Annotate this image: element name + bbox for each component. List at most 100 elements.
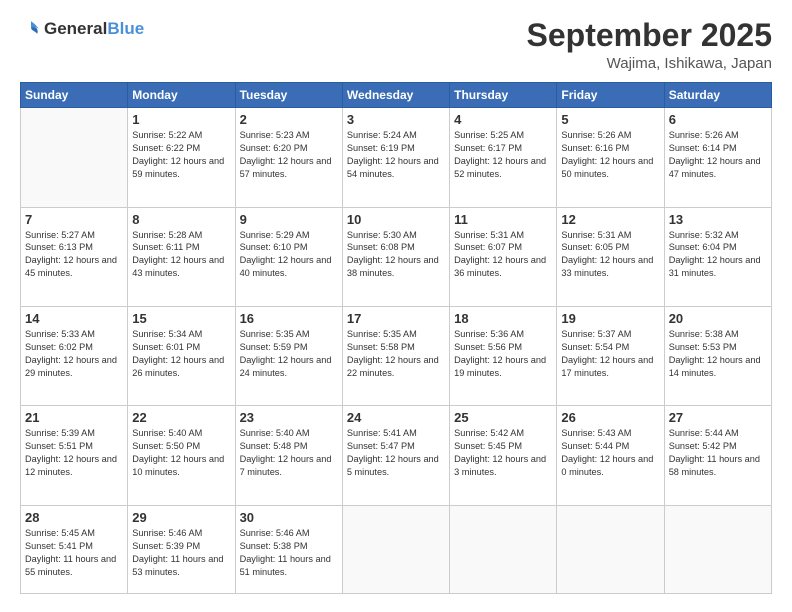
table-row: 5 Sunrise: 5:26 AMSunset: 6:16 PMDaylight… — [557, 108, 664, 207]
table-row: 9Sunrise: 5:29 AMSunset: 6:10 PMDaylight… — [235, 207, 342, 306]
cell-text: Sunrise: 5:25 AMSunset: 6:17 PMDaylight:… — [454, 130, 546, 179]
cell-text: Sunrise: 5:29 AMSunset: 6:10 PMDaylight:… — [240, 230, 332, 279]
cell-text: Sunrise: 5:36 AMSunset: 5:56 PMDaylight:… — [454, 329, 546, 378]
cell-text: Sunrise: 5:32 AMSunset: 6:04 PMDaylight:… — [669, 230, 761, 279]
day-number: 14 — [25, 311, 123, 326]
day-number: 25 — [454, 410, 552, 425]
cell-text: Sunrise: 5:37 AMSunset: 5:54 PMDaylight:… — [561, 329, 653, 378]
day-number: 22 — [132, 410, 230, 425]
cell-text: Sunrise: 5:46 AMSunset: 5:38 PMDaylight:… — [240, 528, 331, 577]
cell-text: Sunrise: 5:30 AMSunset: 6:08 PMDaylight:… — [347, 230, 439, 279]
day-number: 21 — [25, 410, 123, 425]
title-block: September 2025 Wajima, Ishikawa, Japan — [527, 18, 772, 72]
day-number: 12 — [561, 212, 659, 227]
table-row — [450, 505, 557, 593]
table-row: 21Sunrise: 5:39 AMSunset: 5:51 PMDayligh… — [21, 406, 128, 505]
col-wednesday: Wednesday — [342, 83, 449, 108]
table-row — [21, 108, 128, 207]
table-row: 12 Sunrise: 5:31 AMSunset: 6:05 PMDayligh… — [557, 207, 664, 306]
day-number: 11 — [454, 212, 552, 227]
day-number: 2 — [240, 112, 338, 127]
logo: GeneralBlue — [20, 18, 144, 40]
cell-text: Sunrise: 5:24 AMSunset: 6:19 PMDaylight:… — [347, 130, 439, 179]
cell-text: Sunrise: 5:26 AMSunset: 6:16 PMDaylight:… — [561, 130, 653, 179]
day-number: 15 — [132, 311, 230, 326]
cell-text: Sunrise: 5:35 AMSunset: 5:59 PMDaylight:… — [240, 329, 332, 378]
cell-text: Sunrise: 5:35 AMSunset: 5:58 PMDaylight:… — [347, 329, 439, 378]
table-row: 18 Sunrise: 5:36 AMSunset: 5:56 PMDayligh… — [450, 307, 557, 406]
logo-text: GeneralBlue — [44, 19, 144, 39]
calendar-table: Sunday Monday Tuesday Wednesday Thursday… — [20, 82, 772, 594]
table-row: 1 Sunrise: 5:22 AMSunset: 6:22 PMDaylight… — [128, 108, 235, 207]
col-monday: Monday — [128, 83, 235, 108]
day-number: 6 — [669, 112, 767, 127]
table-row: 29Sunrise: 5:46 AMSunset: 5:39 PMDayligh… — [128, 505, 235, 593]
day-number: 26 — [561, 410, 659, 425]
logo-general: General — [44, 19, 107, 38]
day-number: 24 — [347, 410, 445, 425]
day-number: 27 — [669, 410, 767, 425]
table-row: 28 Sunrise: 5:45 AMSunset: 5:41 PMDayligh… — [21, 505, 128, 593]
table-row: 13 Sunrise: 5:32 AMSunset: 6:04 PMDayligh… — [664, 207, 771, 306]
day-number: 17 — [347, 311, 445, 326]
month-title: September 2025 — [527, 18, 772, 53]
calendar-header-row: Sunday Monday Tuesday Wednesday Thursday… — [21, 83, 772, 108]
location-title: Wajima, Ishikawa, Japan — [527, 55, 772, 72]
cell-text: Sunrise: 5:41 AMSunset: 5:47 PMDaylight:… — [347, 428, 439, 477]
day-number: 3 — [347, 112, 445, 127]
day-number: 30 — [240, 510, 338, 525]
day-number: 29 — [132, 510, 230, 525]
cell-text: Sunrise: 5:40 AMSunset: 5:50 PMDaylight:… — [132, 428, 224, 477]
col-sunday: Sunday — [21, 83, 128, 108]
day-number: 28 — [25, 510, 123, 525]
day-number: 8 — [132, 212, 230, 227]
day-number: 10 — [347, 212, 445, 227]
day-number: 1 — [132, 112, 230, 127]
day-number: 5 — [561, 112, 659, 127]
table-row: 24 Sunrise: 5:41 AMSunset: 5:47 PMDayligh… — [342, 406, 449, 505]
table-row — [342, 505, 449, 593]
table-row: 20 Sunrise: 5:38 AMSunset: 5:53 PMDayligh… — [664, 307, 771, 406]
day-number: 16 — [240, 311, 338, 326]
table-row: 7 Sunrise: 5:27 AMSunset: 6:13 PMDaylight… — [21, 207, 128, 306]
cell-text: Sunrise: 5:31 AMSunset: 6:07 PMDaylight:… — [454, 230, 546, 279]
cell-text: Sunrise: 5:43 AMSunset: 5:44 PMDaylight:… — [561, 428, 653, 477]
day-number: 13 — [669, 212, 767, 227]
table-row: 15 Sunrise: 5:34 AMSunset: 6:01 PMDayligh… — [128, 307, 235, 406]
table-row: 11 Sunrise: 5:31 AMSunset: 6:07 PMDayligh… — [450, 207, 557, 306]
header: GeneralBlue September 2025 Wajima, Ishik… — [20, 18, 772, 72]
day-number: 7 — [25, 212, 123, 227]
cell-text: Sunrise: 5:26 AMSunset: 6:14 PMDaylight:… — [669, 130, 761, 179]
cell-text: Sunrise: 5:22 AMSunset: 6:22 PMDaylight:… — [132, 130, 224, 179]
col-saturday: Saturday — [664, 83, 771, 108]
page: GeneralBlue September 2025 Wajima, Ishik… — [0, 0, 792, 612]
cell-text: Sunrise: 5:42 AMSunset: 5:45 PMDaylight:… — [454, 428, 546, 477]
cell-text: Sunrise: 5:38 AMSunset: 5:53 PMDaylight:… — [669, 329, 761, 378]
table-row: 10 Sunrise: 5:30 AMSunset: 6:08 PMDayligh… — [342, 207, 449, 306]
table-row: 23 Sunrise: 5:40 AMSunset: 5:48 PMDayligh… — [235, 406, 342, 505]
table-row: 8Sunrise: 5:28 AMSunset: 6:11 PMDaylight… — [128, 207, 235, 306]
cell-text: Sunrise: 5:34 AMSunset: 6:01 PMDaylight:… — [132, 329, 224, 378]
cell-text: Sunrise: 5:40 AMSunset: 5:48 PMDaylight:… — [240, 428, 332, 477]
table-row: 19 Sunrise: 5:37 AMSunset: 5:54 PMDayligh… — [557, 307, 664, 406]
cell-text: Sunrise: 5:27 AMSunset: 6:13 PMDaylight:… — [25, 230, 117, 279]
logo-icon — [20, 18, 42, 40]
day-number: 4 — [454, 112, 552, 127]
table-row: 22 Sunrise: 5:40 AMSunset: 5:50 PMDayligh… — [128, 406, 235, 505]
cell-text: Sunrise: 5:31 AMSunset: 6:05 PMDaylight:… — [561, 230, 653, 279]
cell-text: Sunrise: 5:33 AMSunset: 6:02 PMDaylight:… — [25, 329, 117, 378]
table-row: 14 Sunrise: 5:33 AMSunset: 6:02 PMDayligh… — [21, 307, 128, 406]
logo-blue: Blue — [107, 19, 144, 38]
day-number: 20 — [669, 311, 767, 326]
table-row — [664, 505, 771, 593]
table-row: 3 Sunrise: 5:24 AMSunset: 6:19 PMDaylight… — [342, 108, 449, 207]
table-row: 25 Sunrise: 5:42 AMSunset: 5:45 PMDayligh… — [450, 406, 557, 505]
day-number: 23 — [240, 410, 338, 425]
day-number: 19 — [561, 311, 659, 326]
day-number: 18 — [454, 311, 552, 326]
table-row: 4 Sunrise: 5:25 AMSunset: 6:17 PMDaylight… — [450, 108, 557, 207]
cell-text: Sunrise: 5:23 AMSunset: 6:20 PMDaylight:… — [240, 130, 332, 179]
col-thursday: Thursday — [450, 83, 557, 108]
table-row — [557, 505, 664, 593]
cell-text: Sunrise: 5:45 AMSunset: 5:41 PMDaylight:… — [25, 528, 116, 577]
